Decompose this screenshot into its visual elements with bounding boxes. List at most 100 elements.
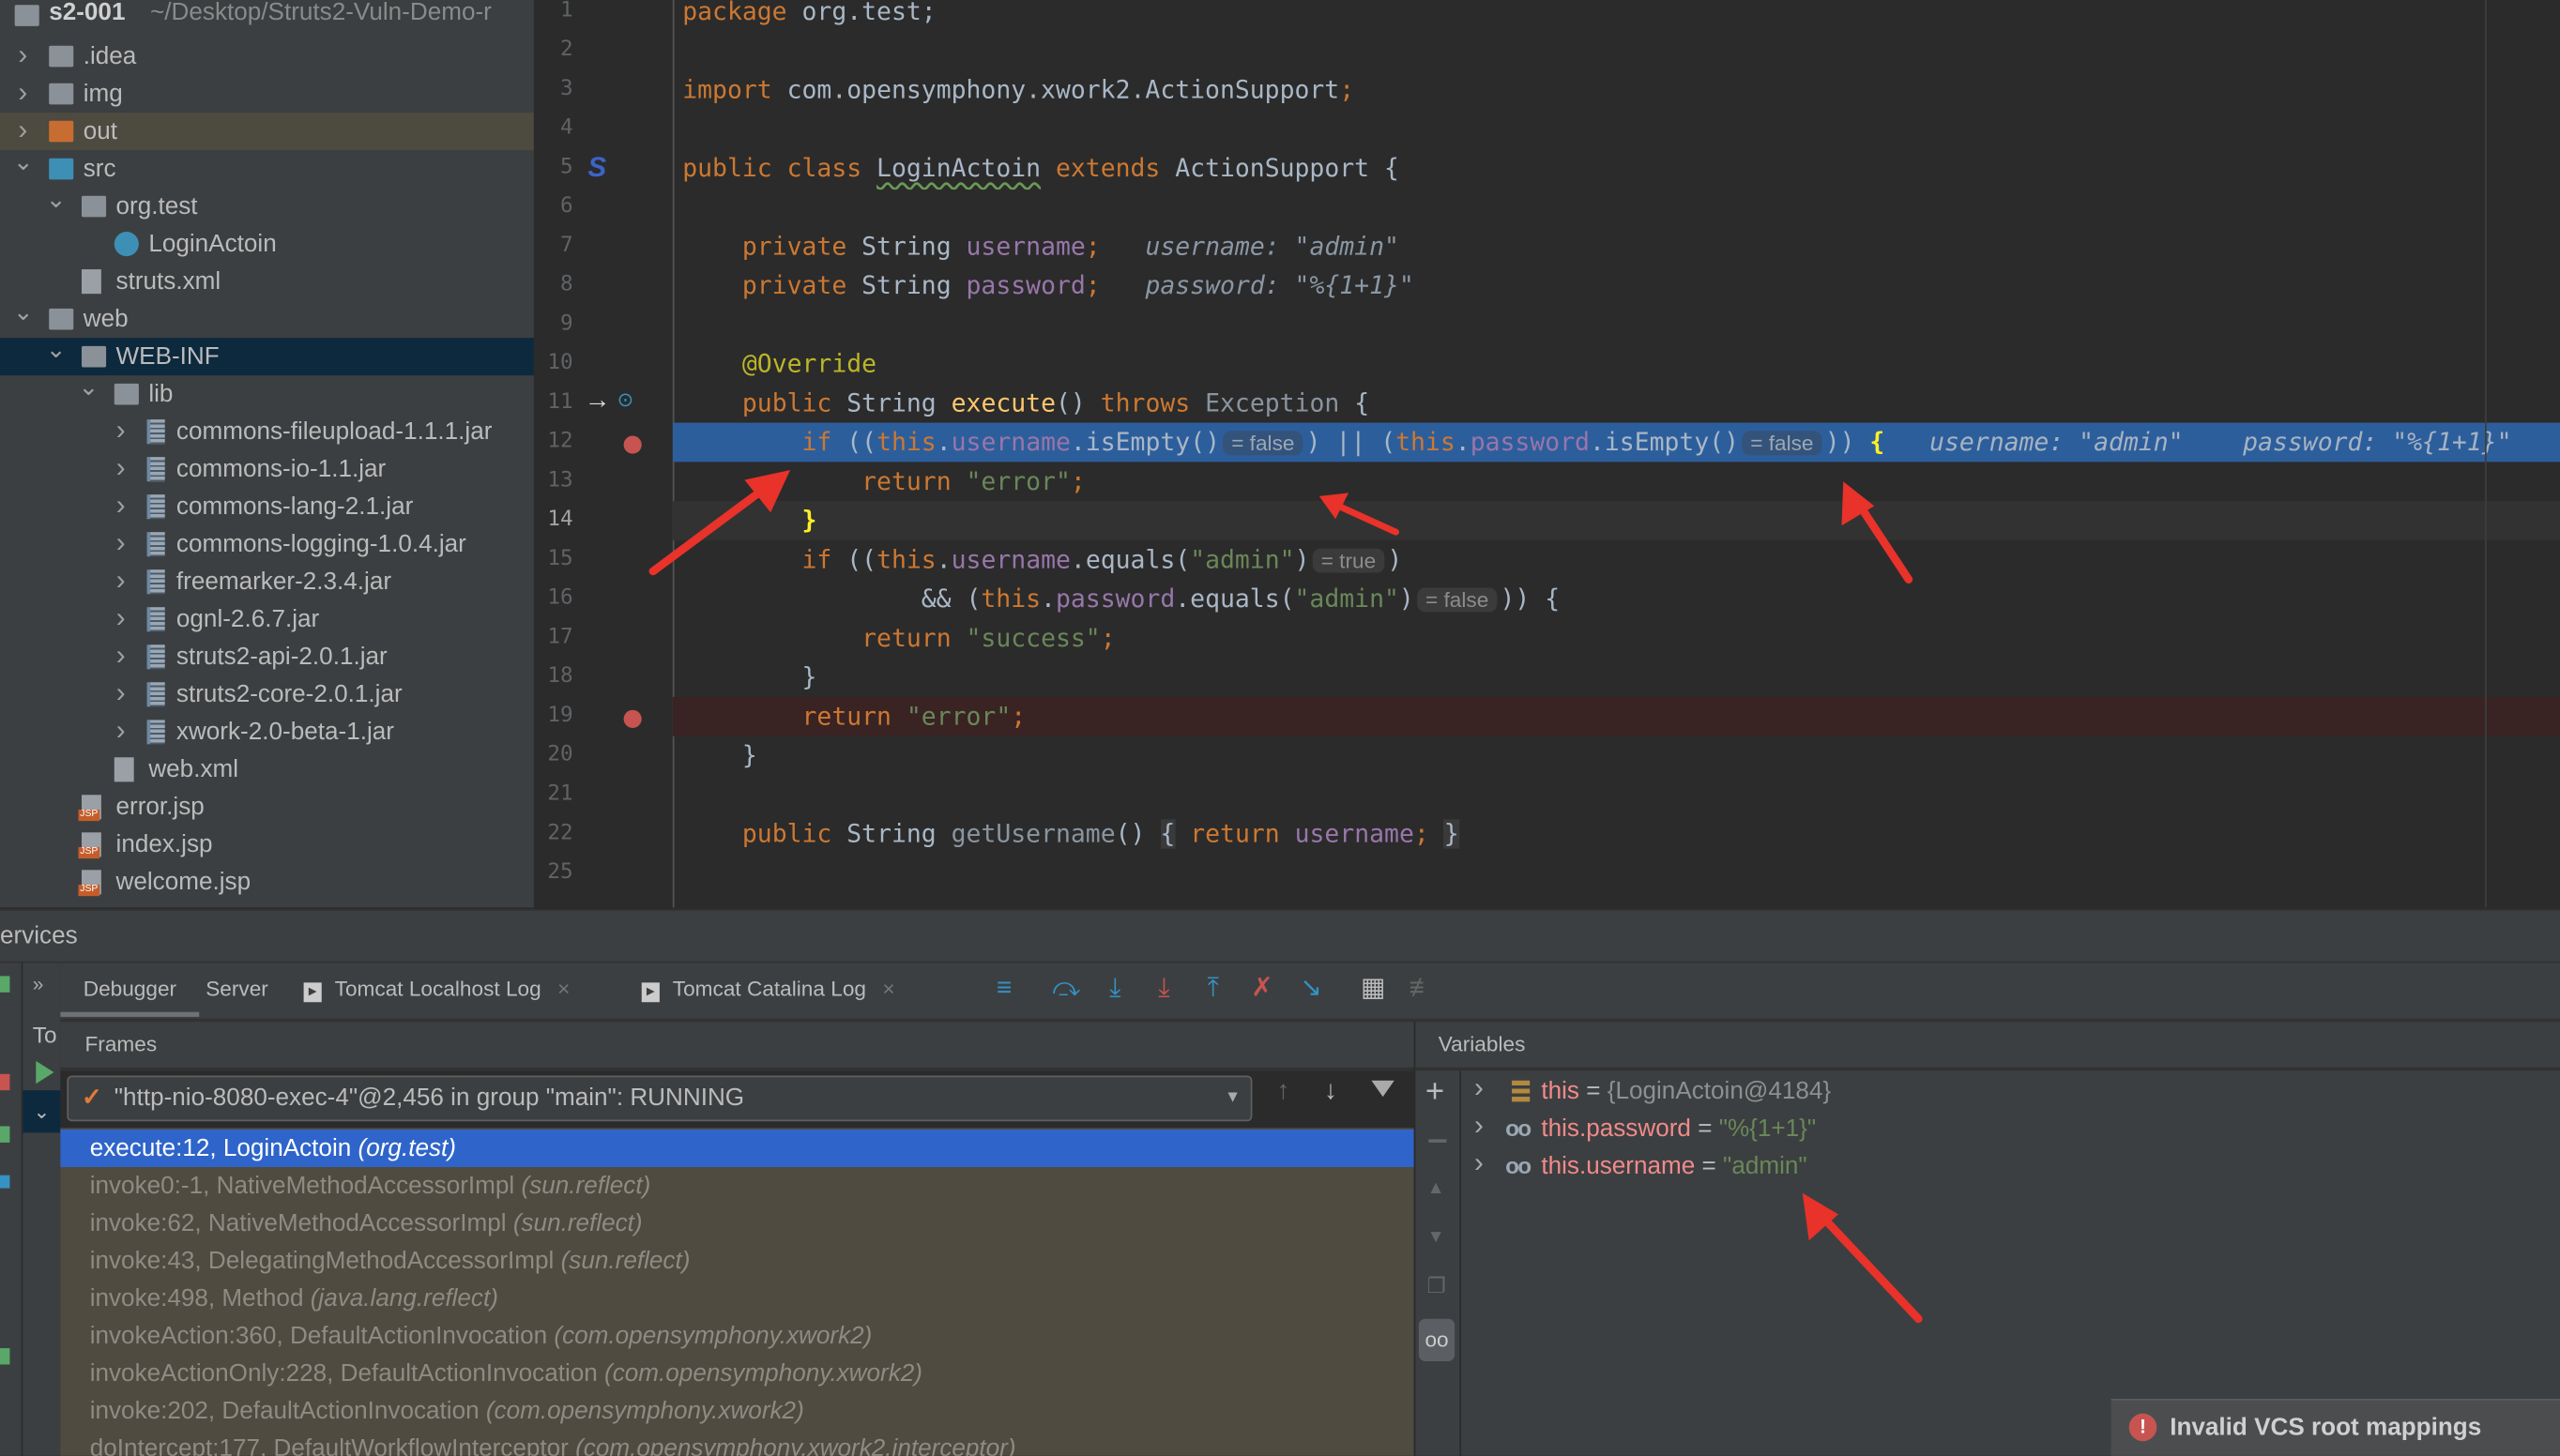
code-line[interactable]: @Override: [673, 344, 2560, 384]
code-line[interactable]: }: [673, 736, 2560, 776]
code-line[interactable]: [673, 31, 2560, 70]
force-step-into-icon[interactable]: ⤓: [1148, 973, 1181, 1006]
chevron-right-icon[interactable]: ›: [111, 523, 130, 561]
tree-item[interactable]: › .idea: [0, 38, 534, 75]
code-line[interactable]: [673, 188, 2560, 227]
line-number[interactable]: 19: [534, 704, 572, 728]
vcs-notification[interactable]: ! Invalid VCS root mappings: [2110, 1399, 2560, 1456]
remove-watch-icon[interactable]: [1428, 1139, 1447, 1143]
rerun-icon[interactable]: [0, 976, 10, 993]
line-number[interactable]: 3: [534, 77, 573, 101]
code-line[interactable]: }: [673, 658, 2560, 697]
line-number[interactable]: 9: [534, 311, 573, 336]
evaluate-expression-icon[interactable]: ▦: [1357, 973, 1390, 1006]
code-line[interactable]: [673, 110, 2560, 149]
code-line[interactable]: && (this.password.equals("admin") = false…: [673, 580, 2560, 619]
frames-list[interactable]: execute:12, LoginActoin (org.test) invoke…: [60, 1128, 1414, 1456]
tree-item[interactable]: JSP error.jsp: [0, 788, 534, 826]
code-line[interactable]: private String password; password: "%{1+…: [673, 266, 2560, 306]
code-line[interactable]: [673, 775, 2560, 814]
chevron-right-icon[interactable]: ›: [111, 448, 130, 486]
code-line[interactable]: }: [672, 501, 2560, 540]
run-to-cursor-icon[interactable]: ↘: [1295, 973, 1328, 1006]
tree-item[interactable]: struts.xml: [0, 263, 534, 300]
tab-debugger[interactable]: Debugger: [60, 963, 200, 1017]
chevron-down-icon[interactable]: ⌄: [79, 369, 99, 406]
code-line[interactable]: private String username; username: "admi…: [673, 227, 2560, 266]
chevron-right-icon[interactable]: ›: [13, 73, 33, 111]
code-line[interactable]: [673, 305, 2560, 344]
breakpoint-icon[interactable]: [623, 709, 642, 728]
step-into-icon[interactable]: ⤓: [1099, 973, 1132, 1006]
chevron-down-icon[interactable]: ⌄: [46, 331, 67, 369]
chevron-right-icon[interactable]: ›: [13, 36, 33, 73]
stack-frame[interactable]: invoke:498, Method (java.lang.reflect): [60, 1280, 1413, 1317]
chevron-right-icon[interactable]: ›: [1474, 1069, 1484, 1107]
tree-item[interactable]: README.md: [0, 901, 534, 908]
move-down-icon[interactable]: ▼: [1427, 1227, 1445, 1247]
project-root[interactable]: s2-001 ~/Desktop/Struts2-Vuln-Demo-r: [0, 0, 534, 38]
stack-frame[interactable]: invokeAction:360, DefaultActionInvocatio…: [60, 1317, 1413, 1355]
line-number[interactable]: 14: [534, 508, 572, 532]
close-icon[interactable]: ×: [557, 976, 570, 1000]
step-icon[interactable]: [0, 1175, 10, 1189]
drop-frame-icon[interactable]: ✗: [1245, 973, 1278, 1006]
chevron-right-icon[interactable]: ›: [111, 411, 130, 448]
stack-frame[interactable]: invoke0:-1, NativeMethodAccessorImpl (su…: [60, 1167, 1413, 1205]
code-editor[interactable]: package org.test; import com.opensymphony…: [672, 0, 2560, 907]
tab-tomcat-localhost-log[interactable]: ▸ Tomcat Localhost Log ×: [281, 963, 592, 1015]
chevron-right-icon[interactable]: ›: [1474, 1107, 1484, 1145]
tree-item[interactable]: › struts2-core-2.0.1.jar: [0, 675, 534, 713]
code-line[interactable]: return "success";: [673, 618, 2560, 658]
line-number[interactable]: 5: [534, 155, 573, 179]
tree-item[interactable]: LoginActoin: [0, 225, 534, 263]
resume-program-icon[interactable]: [36, 1060, 54, 1084]
stack-frame[interactable]: invokeActionOnly:228, DefaultActionInvoc…: [60, 1355, 1413, 1392]
tree-item[interactable]: › xwork-2.0-beta-1.jar: [0, 713, 534, 751]
tab-server[interactable]: Server: [183, 963, 291, 1015]
chevron-right-icon[interactable]: ›: [111, 561, 130, 599]
line-number[interactable]: 12: [534, 430, 572, 454]
add-watch-icon[interactable]: +: [1425, 1074, 1444, 1112]
tree-item[interactable]: ⌄ lib: [0, 373, 534, 413]
line-number[interactable]: 2: [534, 38, 573, 62]
tree-item[interactable]: › struts2-api-2.0.1.jar: [0, 638, 534, 675]
stop-icon[interactable]: [0, 1073, 10, 1091]
tree-item[interactable]: › img: [0, 75, 534, 113]
tree-item[interactable]: › commons-fileupload-1.1.1.jar: [0, 413, 534, 450]
code-line[interactable]: public String execute() throws Exception…: [673, 384, 2560, 423]
code-line[interactable]: if ((this.username.isEmpty() = false) || …: [672, 422, 2560, 463]
tree-item[interactable]: ⌄ src: [0, 148, 534, 188]
show-execution-point-icon[interactable]: ≡: [988, 973, 1021, 1006]
chevron-down-icon[interactable]: ⌄: [13, 294, 34, 331]
expand-more-icon[interactable]: »: [33, 973, 44, 995]
chevron-down-icon[interactable]: ⌄: [13, 144, 34, 181]
close-icon[interactable]: ×: [882, 976, 894, 1000]
line-number[interactable]: 15: [534, 547, 572, 571]
line-number[interactable]: 8: [534, 273, 573, 297]
line-number[interactable]: 13: [534, 468, 572, 493]
copy-watch-icon[interactable]: ❐: [1427, 1273, 1446, 1299]
trace-icon[interactable]: ≢: [1406, 973, 1439, 1006]
show-watches-toggle-icon[interactable]: oo: [1418, 1318, 1455, 1361]
stack-frame[interactable]: invoke:202, DefaultActionInvocation (com…: [60, 1392, 1413, 1430]
thread-selector[interactable]: ✓ "http-nio-8080-exec-4"@2,456 in group …: [67, 1075, 1253, 1122]
code-line[interactable]: return "error";: [672, 696, 2560, 736]
tree-item[interactable]: JSP welcome.jsp: [0, 863, 534, 901]
run-icon[interactable]: [0, 1348, 10, 1365]
filter-icon[interactable]: [1371, 1080, 1394, 1098]
line-number[interactable]: 20: [534, 743, 572, 767]
line-number[interactable]: 21: [534, 781, 572, 806]
code-line[interactable]: return "error";: [673, 462, 2560, 501]
tree-item[interactable]: web.xml: [0, 751, 534, 788]
tree-item[interactable]: JSP index.jsp: [0, 826, 534, 863]
line-number[interactable]: 17: [534, 625, 572, 649]
line-number[interactable]: 16: [534, 586, 572, 611]
breakpoint-icon[interactable]: [623, 435, 642, 454]
tree-item[interactable]: ⌄ org.test: [0, 186, 534, 225]
line-number[interactable]: 10: [534, 351, 572, 375]
move-up-icon[interactable]: ▲: [1427, 1178, 1445, 1198]
chevron-right-icon[interactable]: ›: [111, 599, 130, 637]
chevron-right-icon[interactable]: ›: [111, 637, 130, 675]
code-line[interactable]: if ((this.username.equals("admin") = true…: [673, 540, 2560, 580]
